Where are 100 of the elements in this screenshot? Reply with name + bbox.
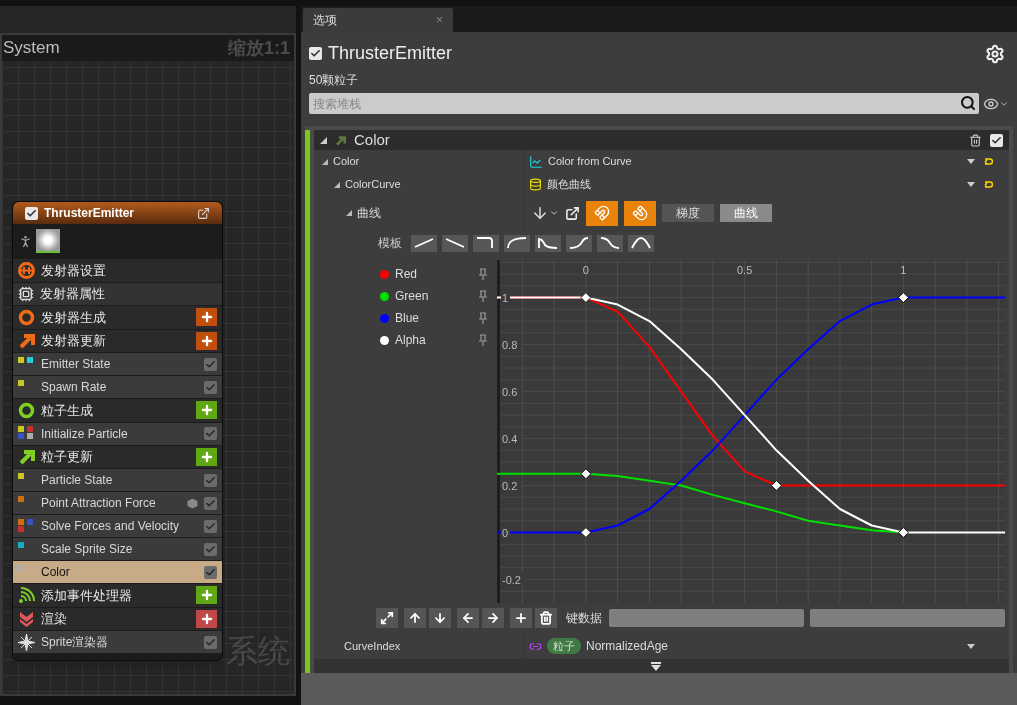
checkbox[interactable] <box>204 380 217 394</box>
settings-icon[interactable] <box>985 43 1005 64</box>
plus-icon <box>199 588 214 603</box>
checkbox[interactable] <box>204 357 217 371</box>
delete-icon[interactable] <box>969 133 982 147</box>
dropdown-icon[interactable] <box>967 159 975 164</box>
reset-icon[interactable] <box>984 157 993 166</box>
curve-template-button[interactable] <box>411 234 437 252</box>
module-row[interactable]: Spawn Rate <box>13 376 222 398</box>
caret-icon[interactable] <box>549 208 559 218</box>
stage-row[interactable]: 粒子生成 <box>13 399 222 422</box>
figure-icon <box>18 233 33 249</box>
module-row[interactable]: Scale Sprite Size <box>13 538 222 560</box>
stage-row[interactable]: 添加事件处理器 <box>13 584 222 607</box>
move-up-button[interactable] <box>404 608 426 628</box>
checkbox[interactable] <box>204 542 217 556</box>
chevrons-icon <box>18 610 35 628</box>
module-row[interactable]: Particle State <box>13 469 222 491</box>
arrow-down-icon[interactable] <box>531 204 549 222</box>
checkbox[interactable] <box>990 133 1003 147</box>
emitter-node[interactable] <box>12 201 223 661</box>
dropdown-icon[interactable] <box>967 182 975 187</box>
add-key-button[interactable] <box>510 608 532 628</box>
checkbox[interactable] <box>25 206 38 220</box>
key-handle[interactable] <box>897 527 909 538</box>
axis-tick-label: 0.6 <box>502 385 518 398</box>
curve-template-button[interactable] <box>442 234 468 252</box>
key-handle[interactable] <box>580 527 592 538</box>
collapse-arrow-icon[interactable] <box>322 158 328 165</box>
pin-icon[interactable] <box>479 312 487 324</box>
curve-template-button[interactable] <box>628 234 654 252</box>
templates-label: 模板 <box>378 235 402 252</box>
add-button[interactable] <box>196 331 217 350</box>
module-row[interactable]: Color <box>13 561 222 583</box>
reset-icon[interactable] <box>984 180 993 189</box>
settings-circle-icon <box>18 261 35 279</box>
move-left-button[interactable] <box>457 608 479 628</box>
curve-template-button[interactable] <box>566 234 592 252</box>
checkbox[interactable] <box>204 427 217 440</box>
add-button[interactable] <box>196 401 217 420</box>
checkbox[interactable] <box>204 496 217 510</box>
graph-canvas[interactable] <box>0 33 296 696</box>
dropdown-icon[interactable] <box>967 643 975 649</box>
checkbox[interactable] <box>204 565 217 579</box>
curve-template-button[interactable] <box>504 234 530 252</box>
move-down-button[interactable] <box>429 608 451 628</box>
key-time-field[interactable] <box>609 609 804 627</box>
search-icon[interactable] <box>960 95 976 111</box>
open-icon[interactable] <box>197 206 210 220</box>
pin-icon[interactable] <box>479 290 487 302</box>
expand-icon[interactable] <box>651 661 661 671</box>
checkbox[interactable] <box>204 473 217 487</box>
chart-icon <box>529 154 543 169</box>
curve-shape-icon <box>598 234 622 252</box>
axis-tick-label: 0 <box>502 526 509 539</box>
collapse-arrow-icon[interactable] <box>346 210 352 216</box>
add-button[interactable] <box>196 308 217 327</box>
property-label: ColorCurve <box>345 177 401 193</box>
renderer-row[interactable]: Sprite渲染器 <box>13 631 222 653</box>
panel-tab[interactable]: 选项 × <box>303 8 453 32</box>
snap-value-button[interactable] <box>586 200 618 226</box>
collapse-arrow-icon[interactable] <box>320 136 327 144</box>
axis-tick-label: 0 <box>582 264 589 276</box>
stage-row[interactable]: 粒子更新 <box>13 445 222 468</box>
stage-row[interactable]: 发射器设置 <box>13 259 222 282</box>
curve-template-button[interactable] <box>473 234 499 252</box>
key-handle[interactable] <box>580 292 592 304</box>
fit-view-button[interactable] <box>376 608 398 628</box>
axis-tick-label: 0.2 <box>502 479 518 492</box>
stage-row[interactable]: 发射器生成 <box>13 306 222 329</box>
key-handle[interactable] <box>897 292 909 304</box>
view-toggle[interactable]: 梯度 <box>662 204 714 222</box>
sphere-thumbnail-icon[interactable] <box>36 229 60 253</box>
module-row[interactable]: Emitter State <box>13 353 222 375</box>
curve-template-button[interactable] <box>535 234 561 252</box>
module-row[interactable]: Point Attraction Force <box>13 492 222 514</box>
checkbox[interactable] <box>309 47 322 60</box>
key-handle[interactable] <box>770 480 782 492</box>
stage-row[interactable]: 发射器更新 <box>13 329 222 352</box>
key-value-field[interactable] <box>810 609 1005 627</box>
pin-icon[interactable] <box>479 268 487 280</box>
collapse-arrow-icon[interactable] <box>334 181 340 188</box>
add-button[interactable] <box>196 586 217 605</box>
open-icon[interactable] <box>565 205 580 221</box>
checkbox[interactable] <box>204 635 217 649</box>
property-label: Color <box>333 154 360 170</box>
delete-key-button[interactable] <box>535 608 557 628</box>
search-field[interactable]: 搜索堆栈 <box>309 93 979 114</box>
property-label: 曲线 <box>357 205 381 222</box>
checkbox[interactable] <box>204 519 217 533</box>
curve-template-button[interactable] <box>597 234 623 252</box>
snap-time-button[interactable] <box>624 200 656 226</box>
module-row[interactable]: Solve Forces and Velocity <box>13 515 222 537</box>
key-handle[interactable] <box>580 468 592 480</box>
module-row[interactable]: Initialize Particle <box>13 422 222 445</box>
pin-icon[interactable] <box>479 334 487 346</box>
add-button[interactable] <box>196 609 217 628</box>
add-button[interactable] <box>196 447 217 466</box>
move-right-button[interactable] <box>482 608 504 628</box>
stage-row[interactable]: 渲染 <box>13 607 222 630</box>
